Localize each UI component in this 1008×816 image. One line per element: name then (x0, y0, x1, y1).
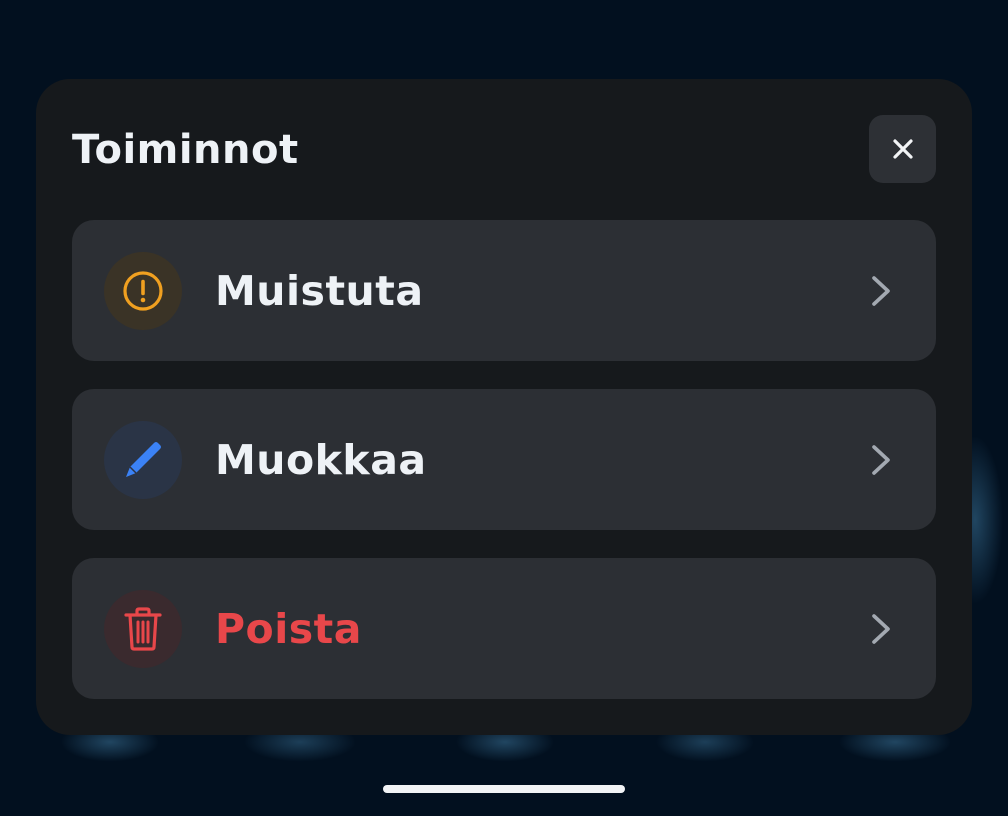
alert-circle-icon (123, 271, 163, 311)
delete-label: Poista (215, 605, 362, 653)
action-sheet: Toiminnot Muistuta Muokkaa Poista (36, 79, 972, 735)
edit-label: Muokkaa (215, 436, 427, 484)
remind-label: Muistuta (215, 267, 424, 315)
remind-action[interactable]: Muistuta (72, 220, 936, 361)
edit-action[interactable]: Muokkaa (72, 389, 936, 530)
chevron-right-icon (872, 614, 890, 644)
trash-icon (124, 607, 162, 651)
home-indicator[interactable] (383, 785, 625, 793)
pencil-icon (126, 442, 161, 477)
sheet-title: Toiminnot (72, 127, 299, 173)
remind-icon-badge (104, 252, 182, 330)
delete-icon-badge (104, 590, 182, 668)
delete-action[interactable]: Poista (72, 558, 936, 699)
close-icon (892, 139, 913, 159)
edit-icon-badge (104, 421, 182, 499)
chevron-right-icon (872, 445, 890, 475)
chevron-right-icon (872, 276, 890, 306)
close-button[interactable] (869, 115, 936, 183)
